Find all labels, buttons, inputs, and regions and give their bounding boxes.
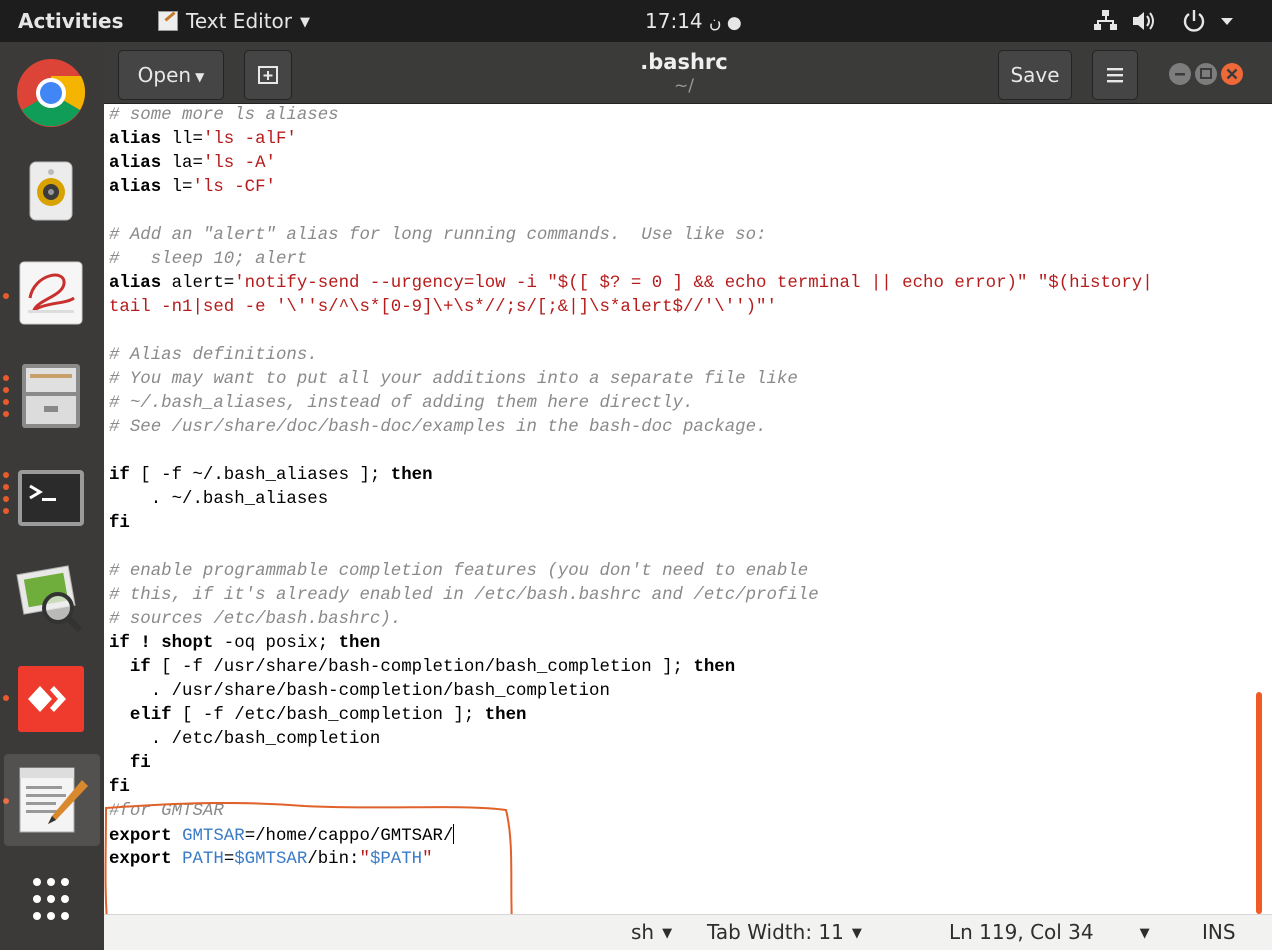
code-line: fi: [109, 778, 130, 797]
maximize-button[interactable]: [1195, 63, 1217, 85]
code-line: # See /usr/share/doc/bash-doc/examples i…: [109, 418, 767, 437]
close-button[interactable]: [1221, 63, 1243, 85]
network-icon: [1094, 10, 1117, 30]
image-viewer-launcher[interactable]: [14, 560, 88, 634]
chevron-down-icon: ▼: [195, 69, 205, 84]
show-applications-button[interactable]: [14, 864, 88, 938]
clock-suffix: ن ●: [709, 13, 742, 33]
tab-width-label: Tab Width: 11: [707, 920, 844, 944]
speaker-icon: [29, 161, 73, 221]
open-button-label: Open: [137, 63, 192, 87]
launcher-dock: [0, 42, 104, 950]
code-line: # this, if it's already enabled in /etc/…: [109, 586, 819, 605]
activities-button[interactable]: Activities: [18, 9, 124, 33]
code-line: if [ -f /usr/share/bash-completion/bash_…: [129, 658, 736, 677]
code-line: # ~/.bash_aliases, instead of adding the…: [109, 394, 694, 413]
new-document-icon: [258, 66, 278, 84]
menu-icon: [1107, 68, 1123, 83]
clock-time: 17:14: [645, 9, 703, 33]
grid-icon: [33, 878, 69, 920]
system-menu[interactable]: [1093, 7, 1253, 40]
chevron-down-icon: [1221, 18, 1233, 25]
power-icon: [1183, 10, 1205, 32]
app-menu[interactable]: Text Editor ▼: [158, 9, 310, 33]
chrome-icon: [17, 59, 86, 127]
scrollbar-thumb[interactable]: [1256, 692, 1262, 914]
image-viewer-icon: [16, 565, 83, 633]
volume-icon: [1133, 12, 1154, 30]
code-line: if [ -f ~/.bash_aliases ]; then: [109, 466, 433, 485]
running-indicator: [3, 695, 9, 701]
text-editor-small-icon: [158, 11, 178, 31]
running-indicator: [3, 375, 9, 381]
running-indicator: [3, 411, 9, 417]
code-line: # You may want to put all your additions…: [109, 370, 798, 389]
language-label: sh: [631, 920, 655, 944]
insert-mode-indicator[interactable]: INS: [1202, 920, 1236, 944]
hamburger-menu-button[interactable]: [1092, 50, 1138, 100]
code-line: . /usr/share/bash-completion/bash_comple…: [109, 682, 610, 701]
chevron-down-icon: ▼: [662, 926, 673, 941]
anydesk-icon: [18, 666, 84, 732]
save-button[interactable]: Save: [998, 50, 1072, 100]
code-line: # some more ls aliases: [109, 106, 339, 125]
code-line: # sleep 10; alert: [109, 250, 308, 269]
window-controls: [1164, 60, 1260, 88]
running-indicator: [3, 496, 9, 502]
document-viewer-icon: [19, 261, 83, 325]
app-menu-label: Text Editor: [186, 9, 292, 33]
top-panel: Activities Text Editor ▼ 17:14 ن ●: [0, 0, 1272, 42]
header-bar: Open ▼ .bashrc ~/ Save: [104, 42, 1272, 104]
minimize-button[interactable]: [1169, 63, 1191, 85]
new-tab-button[interactable]: [244, 50, 292, 100]
rhythmbox-launcher[interactable]: [14, 154, 88, 228]
status-bar: sh ▼ Tab Width: 11 ▼ Ln 119, Col 34 ▼ INS: [104, 914, 1272, 950]
code-line: alias la='ls -A': [109, 154, 276, 173]
code-line: . ~/.bash_aliases: [109, 490, 329, 509]
code-line: # enable programmable completion feature…: [109, 562, 809, 581]
code-line: tail -n1|sed -e '\''s/^\s*[0-9]\+\s*//;s…: [109, 298, 777, 317]
chevron-down-icon: ▼: [1139, 926, 1150, 941]
system-tray-icons: [1094, 10, 1233, 32]
code-line: . /etc/bash_completion: [109, 730, 381, 749]
running-indicator: [3, 484, 9, 490]
code-line: # Add an "alert" alias for long running …: [109, 226, 767, 245]
cursor-position-selector[interactable]: Ln 119, Col 34 ▼: [949, 920, 1150, 944]
code-line: # sources /etc/bash.bashrc).: [109, 610, 402, 629]
code-line: if ! shopt -oq posix; then: [109, 634, 381, 653]
hand-drawn-annotation: [104, 802, 513, 914]
code-line: alias ll='ls -alF': [109, 130, 297, 149]
code-line: fi: [109, 754, 151, 773]
running-indicator: [3, 508, 9, 514]
code-line: elif [ -f /etc/bash_completion ]; then: [129, 706, 527, 725]
code-line: fi: [109, 514, 130, 533]
document-viewer-launcher[interactable]: [14, 256, 88, 330]
text-editor-icon: [19, 767, 88, 833]
anydesk-launcher[interactable]: [14, 662, 88, 736]
tab-width-selector[interactable]: Tab Width: 11 ▼: [707, 920, 862, 944]
terminal-icon: [18, 470, 84, 526]
window-title: .bashrc: [640, 50, 728, 74]
code-editor[interactable]: # some more ls aliases alias ll='ls -alF…: [104, 104, 1254, 914]
chevron-down-icon: ▼: [300, 15, 310, 30]
clock[interactable]: 17:14 ن ●: [645, 9, 742, 33]
window-subtitle: ~/: [674, 76, 694, 96]
code-line: # Alias definitions.: [109, 346, 318, 365]
language-selector[interactable]: sh ▼: [631, 920, 672, 944]
running-indicator: [3, 399, 9, 405]
text-editor-launcher[interactable]: [4, 754, 100, 846]
running-indicator: [3, 472, 9, 478]
cursor-position-label: Ln 119, Col 34: [949, 920, 1094, 944]
code-line: alias l='ls -CF': [109, 178, 276, 197]
chevron-down-icon: ▼: [851, 926, 862, 941]
files-launcher[interactable]: [14, 358, 88, 432]
code-line: alias alert='notify-send --urgency=low -…: [109, 274, 1153, 293]
running-indicator: [3, 293, 9, 299]
file-cabinet-icon: [22, 364, 80, 428]
text-editor-window: Open ▼ .bashrc ~/ Save # some more ls al…: [104, 42, 1272, 950]
running-indicator: [3, 387, 9, 393]
chrome-launcher[interactable]: [14, 56, 88, 130]
open-button[interactable]: Open ▼: [118, 50, 224, 100]
terminal-launcher[interactable]: [14, 460, 88, 534]
